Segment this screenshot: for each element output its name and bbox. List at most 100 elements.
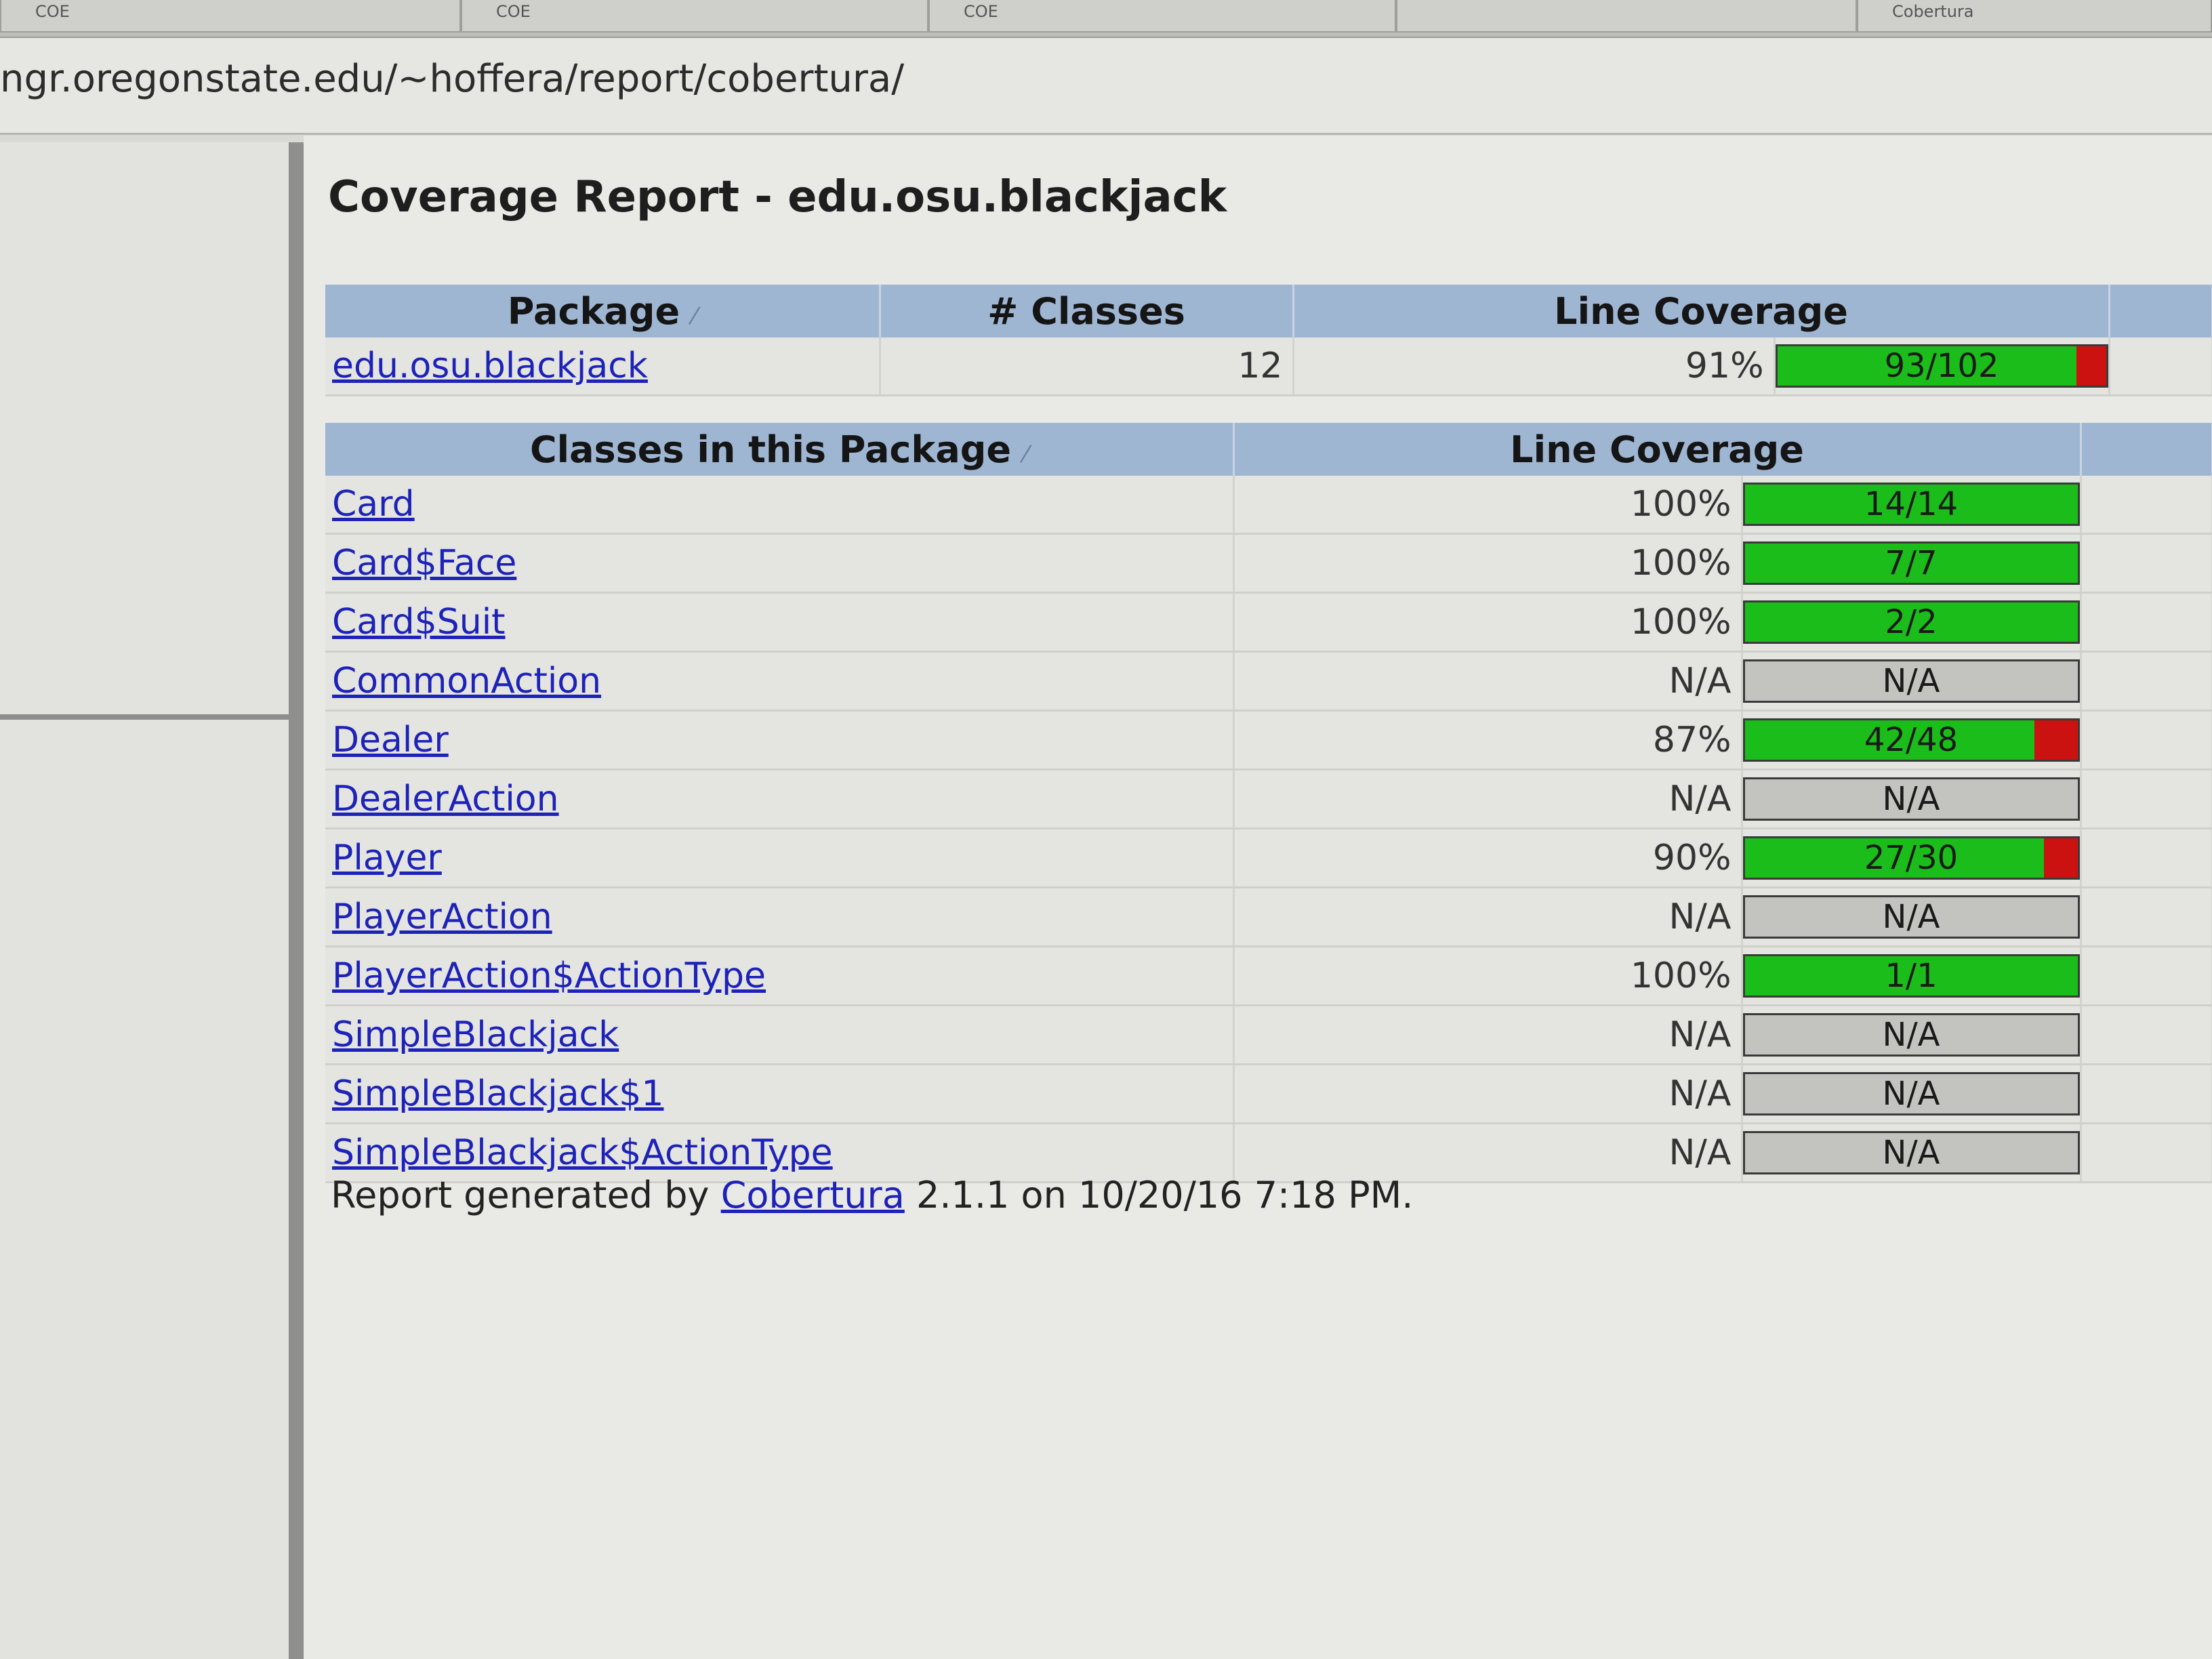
line-coverage-header[interactable]: Line Coverage (1233, 423, 2082, 476)
coverage-bar: N/A (1742, 1131, 2078, 1174)
coverage-bar-cell: N/A (1742, 887, 2082, 947)
class-link[interactable]: Card (332, 484, 415, 525)
line-coverage-header[interactable]: Line Coverage (1293, 285, 2110, 337)
class-name-cell: SimpleBlackjack$1 (325, 1064, 1235, 1124)
coverage-bar-cell: 14/14 (1742, 476, 2082, 535)
table-row: SimpleBlackjack$1 N/A N/A (325, 1064, 2212, 1124)
class-name-cell: Card$Suit (325, 592, 1235, 653)
package-link[interactable]: edu.osu.blackjack (332, 346, 648, 386)
table-row: PlayerAction N/A N/A (325, 887, 2212, 947)
coverage-percent: 100% (1233, 533, 1743, 594)
table-row: PlayerAction$ActionType 100% 1/1 (325, 946, 2212, 1006)
row-filler (2081, 1064, 2212, 1124)
sort-icon: ⁄ (1023, 441, 1028, 468)
class-link[interactable]: Player (332, 838, 442, 878)
table-row: Dealer 87% 42/48 (325, 710, 2212, 771)
coverage-bar-cell: N/A (1742, 651, 2082, 712)
tab-label: COE (496, 2, 531, 21)
coverage-bar-cell: N/A (1742, 769, 2082, 830)
table-header-row: Package ⁄ # Classes Line Coverage (325, 285, 2212, 337)
package-table: Package ⁄ # Classes Line Coverage edu.os… (325, 285, 2212, 396)
footer-suffix: 2.1.1 on 10/20/16 7:18 PM. (916, 1174, 1414, 1216)
coverage-bar: 7/7 (1742, 541, 2078, 585)
coverage-ratio: 27/30 (1864, 839, 1959, 877)
class-link[interactable]: Card$Face (332, 543, 516, 583)
table-row: CommonAction N/A N/A (325, 651, 2212, 712)
class-link[interactable]: PlayerAction (332, 897, 552, 937)
class-name-cell: PlayerAction (325, 887, 1235, 947)
coverage-bar: 93/102 (1775, 344, 2107, 388)
table-row: DealerAction N/A N/A (325, 769, 2212, 830)
coverage-ratio: 7/7 (1885, 544, 1938, 582)
table-header-row: Classes in this Package ⁄ Line Coverage (325, 423, 2212, 476)
class-link[interactable]: SimpleBlackjack (332, 1015, 619, 1055)
table-row: edu.osu.blackjack 12 91% 93/102 (325, 337, 2212, 396)
coverage-bar-cell: 1/1 (1742, 946, 2082, 1006)
coverage-ratio: 42/48 (1864, 721, 1959, 759)
left-frame (0, 142, 289, 1659)
row-filler (2081, 887, 2212, 947)
table-row: SimpleBlackjack N/A N/A (325, 1005, 2212, 1065)
coverage-percent: N/A (1233, 1005, 1743, 1065)
class-link[interactable]: CommonAction (332, 661, 601, 701)
class-link[interactable]: Dealer (332, 720, 449, 760)
coverage-bar-cell: N/A (1742, 1123, 2082, 1183)
class-name-cell: Card (325, 476, 1235, 535)
coverage-ratio: 2/2 (1885, 603, 1938, 641)
coverage-bar: 42/48 (1742, 718, 2078, 762)
coverage-ratio: N/A (1882, 898, 1940, 936)
row-filler (2109, 337, 2212, 396)
class-name-cell: CommonAction (325, 651, 1235, 712)
class-name-cell: SimpleBlackjack (325, 1005, 1235, 1065)
classes-header[interactable]: # Classes (880, 285, 1294, 337)
table-row: Card 100% 14/14 (325, 476, 2212, 535)
coverage-percent: 100% (1233, 476, 1743, 535)
class-link[interactable]: DealerAction (332, 779, 559, 819)
report-footer: Report generated by Cobertura 2.1.1 on 1… (331, 1174, 1413, 1216)
coverage-percent: N/A (1233, 887, 1743, 947)
class-link[interactable]: Card$Suit (332, 602, 506, 642)
tab-label: COE (964, 2, 998, 21)
footer-prefix: Report generated by (331, 1174, 710, 1216)
browser-tab[interactable]: COE (0, 0, 461, 33)
url-field[interactable]: ngr.oregonstate.edu/~hoffera/report/cobe… (0, 57, 904, 101)
coverage-ratio: N/A (1882, 1016, 1940, 1054)
coverage-percent: N/A (1233, 1064, 1743, 1124)
row-filler (2081, 1123, 2212, 1183)
package-header[interactable]: Package ⁄ (325, 285, 881, 337)
coverage-bar: N/A (1742, 1072, 2078, 1115)
coverage-ratio: N/A (1882, 1134, 1940, 1172)
class-link[interactable]: PlayerAction$ActionType (332, 956, 766, 996)
frame-divider[interactable] (0, 714, 289, 720)
class-link[interactable]: SimpleBlackjack$ActionType (332, 1132, 833, 1173)
browser-tab-active[interactable]: Cobertura (1857, 0, 2212, 33)
tab-label: Cobertura (1892, 2, 1974, 21)
row-filler (2081, 1005, 2212, 1065)
coverage-ratio: 93/102 (1884, 347, 1999, 385)
classes-table: Classes in this Package ⁄ Line Coverage … (325, 423, 2212, 1183)
browser-tab[interactable]: COE (461, 0, 928, 33)
browser-tab[interactable]: COE (928, 0, 1396, 33)
tab-strip: COE COE COE Cobertura (0, 0, 2212, 38)
row-filler (2081, 946, 2212, 1006)
cobertura-link[interactable]: Cobertura (721, 1174, 905, 1216)
coverage-bar: N/A (1742, 895, 2078, 939)
class-count: 12 (880, 337, 1294, 396)
row-filler (2081, 476, 2212, 535)
coverage-ratio: 1/1 (1885, 957, 1938, 995)
classes-header[interactable]: Classes in this Package ⁄ (325, 423, 1235, 476)
table-row: Card$Suit 100% 2/2 (325, 592, 2212, 653)
coverage-bar-cell: 2/2 (1742, 592, 2082, 653)
coverage-percent: N/A (1233, 651, 1743, 712)
browser-tab[interactable] (1396, 0, 1857, 33)
coverage-bar: N/A (1742, 1013, 2078, 1057)
header-filler (2081, 423, 2212, 476)
page-title: Coverage Report - edu.osu.blackjack (328, 172, 1227, 222)
class-link[interactable]: SimpleBlackjack$1 (332, 1073, 663, 1114)
coverage-bar-cell: 93/102 (1774, 337, 2110, 396)
frame-separator[interactable] (289, 142, 304, 1659)
coverage-ratio: N/A (1882, 662, 1940, 700)
coverage-percent: 87% (1233, 710, 1743, 771)
package-name-cell: edu.osu.blackjack (325, 337, 881, 396)
coverage-percent: N/A (1233, 769, 1743, 830)
